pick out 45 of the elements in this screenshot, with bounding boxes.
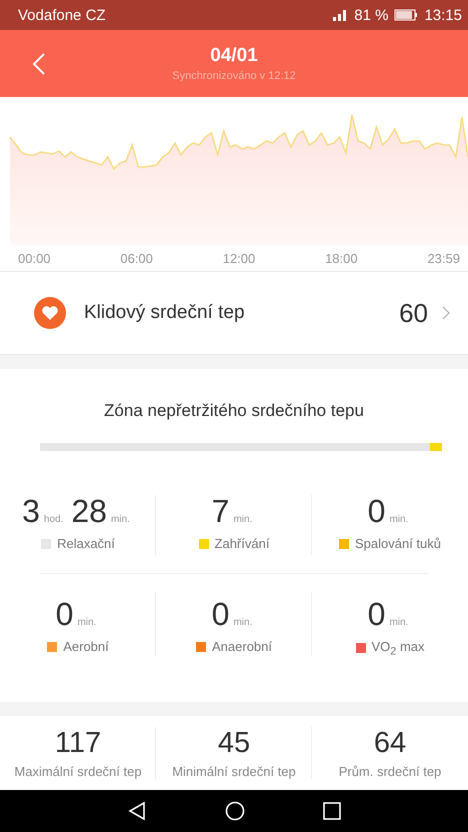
minutes-unit: min. xyxy=(233,617,252,628)
stat-value: 117 xyxy=(54,726,102,760)
sync-subtitle: Synchronizováno v 12:12 xyxy=(172,70,296,82)
hours-unit: hod. xyxy=(44,514,64,525)
carrier-name: Vodafone CZ xyxy=(18,6,106,24)
date-title: 04/01 xyxy=(210,45,258,67)
minutes-unit: min. xyxy=(77,617,96,628)
resting-label: Klidový srdeční tep xyxy=(84,302,246,324)
zone-label: VO$_{2}$ max xyxy=(372,639,424,658)
time-axis-label: 12:00 xyxy=(222,250,256,266)
stat-value: 64 xyxy=(374,726,406,760)
zone-minutes: 28 xyxy=(71,493,107,530)
battery-icon xyxy=(394,9,418,21)
home-nav-button[interactable] xyxy=(225,801,245,821)
zone-hours: 3 xyxy=(22,493,40,530)
time-axis-label: 06:00 xyxy=(120,250,153,266)
time-axis-label: 23:59 xyxy=(427,250,460,266)
zone-minutes: 0 xyxy=(212,596,230,633)
zone-label: Anaerobní xyxy=(212,639,272,654)
time-axis-label: 00:00 xyxy=(18,250,51,266)
zone-label: Relaxační xyxy=(57,536,115,551)
zone-label: Aerobní xyxy=(63,639,109,654)
stat-label: Minimální srdeční tep xyxy=(172,764,296,779)
zone-label: Spalování tuků xyxy=(354,536,441,551)
minutes-unit: min. xyxy=(389,617,408,628)
resting-value: 60 xyxy=(399,298,428,328)
back-nav-button[interactable] xyxy=(127,801,147,821)
stat-label: Maximální srdeční tep xyxy=(14,764,142,779)
zone-minutes: 7 xyxy=(212,493,230,530)
stat-label: Prům. srdeční tep xyxy=(338,764,442,779)
signal-icon xyxy=(332,9,348,21)
minutes-unit: min. xyxy=(233,514,252,525)
zone-minutes: 0 xyxy=(368,493,386,530)
time-axis-label: 18:00 xyxy=(325,250,358,266)
clock-time: 13:15 xyxy=(424,6,462,24)
chevron-right-icon xyxy=(442,306,450,320)
minutes-unit: min. xyxy=(110,514,130,525)
zone-label: Zahřívání xyxy=(214,536,270,551)
battery-percent: 81 % xyxy=(354,6,388,24)
zone-minutes: 0 xyxy=(368,596,386,633)
minutes-unit: min. xyxy=(389,514,408,525)
stat-value: 45 xyxy=(218,726,250,760)
recents-nav-button[interactable] xyxy=(323,802,341,820)
zone-minutes: 0 xyxy=(56,596,74,633)
zones-title: Zóna nepřetržitého srdečního tepu xyxy=(103,400,365,422)
